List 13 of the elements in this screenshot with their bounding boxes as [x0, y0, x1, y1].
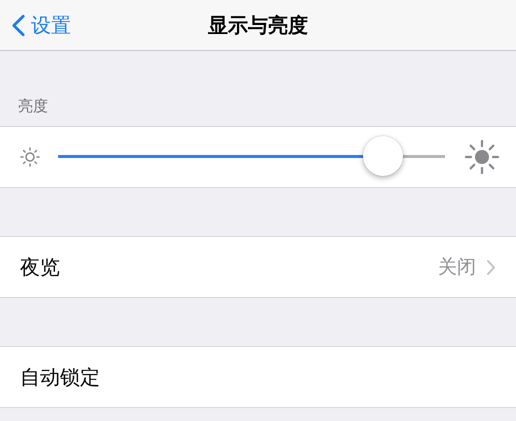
row-value: 关闭 — [438, 255, 476, 280]
section-header: 亮度 — [17, 97, 49, 117]
back-button[interactable]: 设置 — [10, 8, 73, 43]
settings-row[interactable]: 自动锁定 — [0, 346, 516, 408]
settings-row[interactable]: 夜览 关闭 — [0, 236, 516, 298]
chevron-icon — [486, 258, 496, 276]
slider-thumb[interactable] — [363, 136, 404, 176]
row-label: 夜览 — [20, 254, 61, 280]
row-label: 自动锁定 — [20, 364, 101, 390]
page-title: 显示与亮度 — [208, 12, 308, 38]
small-sun-icon — [19, 146, 41, 168]
large-sun-icon — [464, 139, 500, 175]
back-chevron-icon — [12, 14, 25, 37]
